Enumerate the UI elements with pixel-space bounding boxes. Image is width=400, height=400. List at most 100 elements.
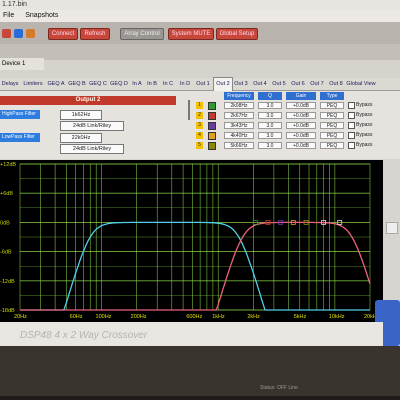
highpass-freq-field[interactable]: 1k62Hz xyxy=(60,110,102,120)
brand-label: DSP48 4 x 2 Way Crossover xyxy=(20,330,148,341)
menu-snapshots[interactable]: Snapshots xyxy=(25,12,58,19)
tab-out-4[interactable]: Out 4 xyxy=(251,78,269,90)
band-frequency-field[interactable]: 2k67Hz xyxy=(224,112,254,119)
side-slider[interactable] xyxy=(386,222,398,234)
y-tick-label: +6dB xyxy=(0,191,13,197)
y-tick-label: 0dB xyxy=(0,220,10,226)
x-tick-label: 600Hz xyxy=(186,314,202,320)
x-tick-label: 60Hz xyxy=(70,314,83,320)
lowpass-filter-button[interactable]: LowPass Filter xyxy=(0,133,40,142)
band-color-swatch[interactable] xyxy=(208,132,216,140)
band-type-field[interactable]: PEQ xyxy=(320,112,344,119)
band-type-field[interactable]: PEQ xyxy=(320,142,344,149)
band-q-field[interactable]: 3.0 xyxy=(258,112,282,119)
tab-in-c[interactable]: In C xyxy=(160,78,176,90)
band-bypass-checkbox[interactable] xyxy=(348,122,355,129)
band-q-field[interactable]: 3.0 xyxy=(258,142,282,149)
tab-geq-c[interactable]: GEQ C xyxy=(88,78,108,90)
band-gain-field[interactable]: +0.0dB xyxy=(286,112,316,119)
band-gain-field[interactable]: +0.0dB xyxy=(286,122,316,129)
open-icon[interactable] xyxy=(26,29,35,38)
array-control-button[interactable]: Array Control xyxy=(120,28,164,40)
tab-geq-d[interactable]: GEQ D xyxy=(109,78,129,90)
band-frequency-field[interactable]: 4k40Hz xyxy=(224,132,254,139)
refresh-button[interactable]: Refresh xyxy=(80,28,110,40)
band-number: 2 xyxy=(196,112,203,119)
connect-icon[interactable] xyxy=(2,29,11,38)
band-bypass-checkbox[interactable] xyxy=(348,132,355,139)
y-tick-label: -12dB xyxy=(0,279,15,285)
y-tick-label: +12dB xyxy=(0,162,16,168)
lowpass-type-field[interactable]: 24dB Link/Riley xyxy=(60,144,124,154)
band-gain-field[interactable]: +0.0dB xyxy=(286,132,316,139)
system-mute-button[interactable]: System MUTE xyxy=(168,28,214,40)
band-number: 5 xyxy=(196,142,203,149)
scroll-handle[interactable] xyxy=(188,100,190,120)
band-bypass-checkbox[interactable] xyxy=(348,102,355,109)
tab-in-a[interactable]: In A xyxy=(130,78,144,90)
y-tick-label: -18dB xyxy=(0,308,15,314)
tab-out-7[interactable]: Out 7 xyxy=(308,78,326,90)
band-number: 1 xyxy=(196,102,203,109)
band-color-swatch[interactable] xyxy=(208,102,216,110)
band-frequency-field[interactable]: 3k43Hz xyxy=(224,122,254,129)
band-color-swatch[interactable] xyxy=(208,122,216,130)
window-title: 1.17.bin xyxy=(2,1,27,8)
device-tab[interactable]: Device 1 xyxy=(0,58,44,70)
tab-delays[interactable]: Delays xyxy=(0,78,20,90)
x-tick-label: 10kHz xyxy=(329,314,345,320)
tab-global-view[interactable]: Global View xyxy=(346,78,376,90)
band-bypass-checkbox[interactable] xyxy=(348,112,355,119)
band-bypass-label: Bypass xyxy=(356,112,373,118)
band-gain-field[interactable]: +0.0dB xyxy=(286,142,316,149)
band-type-field[interactable]: PEQ xyxy=(320,122,344,129)
monitor-bezel xyxy=(0,396,400,400)
x-tick-label: 20Hz xyxy=(14,314,27,320)
band-bypass-label: Bypass xyxy=(356,102,373,108)
device-bar xyxy=(0,44,400,60)
band-number: 4 xyxy=(196,132,203,139)
tab-in-b[interactable]: In B xyxy=(145,78,159,90)
band-color-swatch[interactable] xyxy=(208,142,216,150)
tab-out-1[interactable]: Out 1 xyxy=(194,78,212,90)
highpass-type-field[interactable]: 24dB Link/Riley xyxy=(60,121,124,131)
tab-out-2[interactable]: Out 2 xyxy=(213,77,233,92)
response-plot: +12dB +6dB 0dB -6dB -12dB -18dB20Hz 60Hz 100Hz 2… xyxy=(0,162,380,320)
tab-limiters[interactable]: Limiters xyxy=(21,78,45,90)
tab-in-d[interactable]: In D xyxy=(177,78,193,90)
tab-out-8[interactable]: Out 8 xyxy=(327,78,345,90)
frequency-response-graph: +12dB +6dB 0dB -6dB -12dB -18dB 20Hz 60Hz 100Hz 2… xyxy=(0,160,383,322)
band-bypass-label: Bypass xyxy=(356,142,373,148)
save-icon[interactable] xyxy=(14,29,23,38)
x-tick-label: 1kHz xyxy=(212,314,225,320)
peq-header-q: Q xyxy=(258,92,282,100)
tab-out-3[interactable]: Out 3 xyxy=(232,78,250,90)
band-color-swatch[interactable] xyxy=(208,112,216,120)
band-q-field[interactable]: 3.0 xyxy=(258,122,282,129)
tab-geq-a[interactable]: GEQ A xyxy=(46,78,66,90)
band-q-field[interactable]: 3.0 xyxy=(258,102,282,109)
band-bypass-label: Bypass xyxy=(356,132,373,138)
band-type-field[interactable]: PEQ xyxy=(320,132,344,139)
peq-header-type: Type xyxy=(320,92,344,100)
lowpass-freq-field[interactable]: 22k0Hz xyxy=(60,133,102,143)
band-gain-field[interactable]: +0.0dB xyxy=(286,102,316,109)
title-bar: 1.17.bin xyxy=(0,0,400,10)
band-frequency-field[interactable]: 5k66Hz xyxy=(224,142,254,149)
tab-geq-b[interactable]: GEQ B xyxy=(67,78,87,90)
menu-bar: File Snapshots xyxy=(0,10,400,22)
tab-out-5[interactable]: Out 5 xyxy=(270,78,288,90)
highpass-filter-button[interactable]: HighPass Filter xyxy=(0,110,40,119)
band-bypass-checkbox[interactable] xyxy=(348,142,355,149)
output-header: Output 2 xyxy=(0,96,176,105)
global-setup-button[interactable]: Global Setup xyxy=(216,28,258,40)
menu-file[interactable]: File xyxy=(3,12,14,19)
x-tick-label: 100Hz xyxy=(96,314,112,320)
connect-button[interactable]: Connect xyxy=(48,28,78,40)
band-type-field[interactable]: PEQ xyxy=(320,102,344,109)
x-tick-label: 2kHz xyxy=(247,314,260,320)
peq-header-gain: Gain xyxy=(286,92,316,100)
band-frequency-field[interactable]: 2k08Hz xyxy=(224,102,254,109)
band-q-field[interactable]: 3.0 xyxy=(258,132,282,139)
tab-out-6[interactable]: Out 6 xyxy=(289,78,307,90)
